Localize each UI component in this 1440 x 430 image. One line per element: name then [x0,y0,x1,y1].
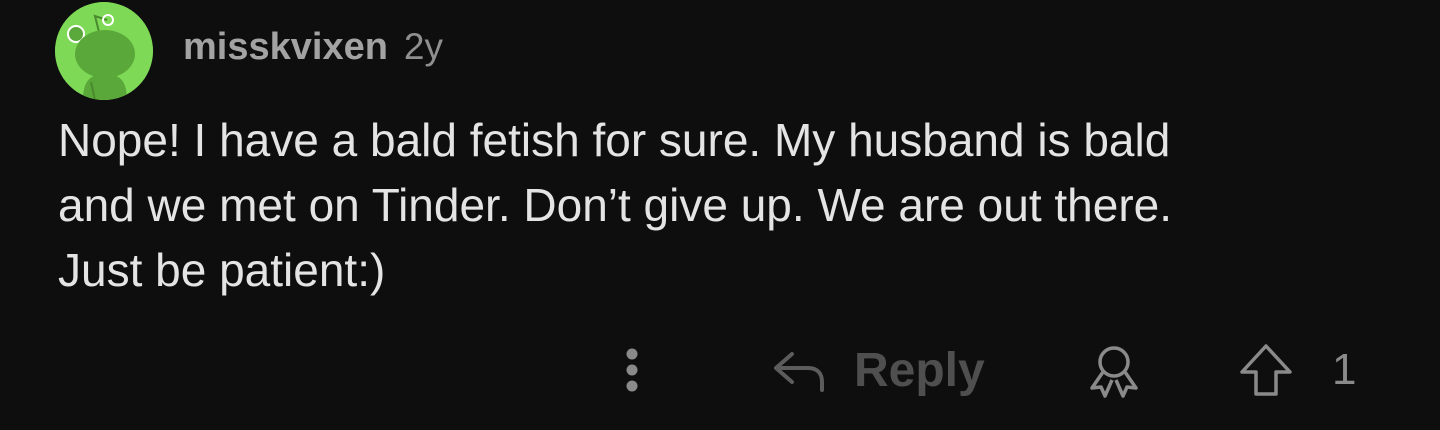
vote-count: 1 [1332,345,1357,394]
reply-button[interactable]: Reply [772,338,985,402]
comment-body: Nope! I have a bald fetish for sure. My … [58,108,1398,303]
more-options-button[interactable] [612,338,652,402]
award-icon [1090,346,1138,398]
upvote-button[interactable]: 1 [1238,338,1356,402]
snoo-avatar-icon [55,2,153,100]
comment-body-line: Just be patient:) [58,244,386,296]
comment-body-line: and we met on Tinder. Don’t give up. We … [58,179,1173,231]
award-button[interactable] [1082,338,1146,402]
comment-actions: Reply 1 [0,338,1440,402]
username[interactable]: misskvixen [183,26,388,69]
upvote-arrow-icon [1240,344,1292,396]
comment-meta: misskvixen 2y [183,26,443,76]
comment-body-line: Nope! I have a bald fetish for sure. My … [58,114,1171,166]
avatar[interactable] [55,2,153,100]
reply-label: Reply [854,343,985,397]
reply-arrow-icon [774,352,824,392]
comment-card: misskvixen 2y Nope! I have a bald fetish… [0,0,1440,430]
more-vertical-icon [626,348,638,392]
comment-age: 2y [403,26,443,67]
